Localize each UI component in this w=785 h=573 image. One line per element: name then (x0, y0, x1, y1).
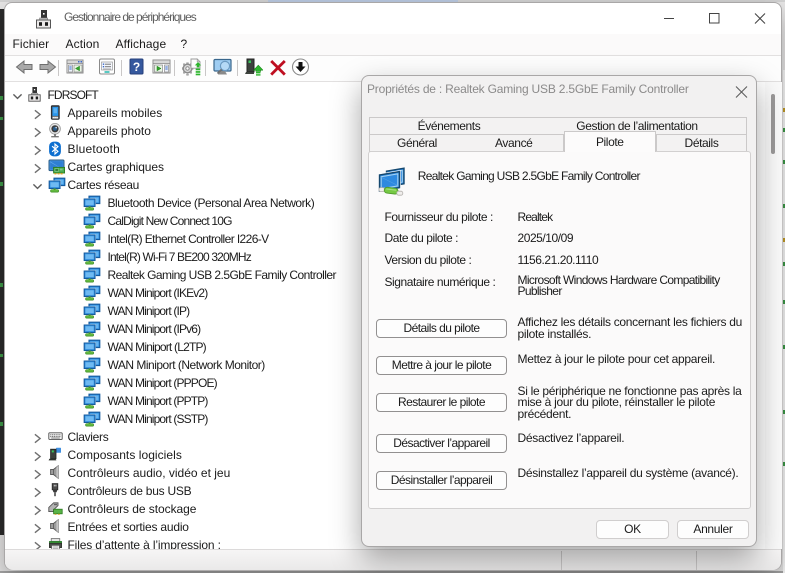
svg-text:?: ? (133, 60, 140, 74)
